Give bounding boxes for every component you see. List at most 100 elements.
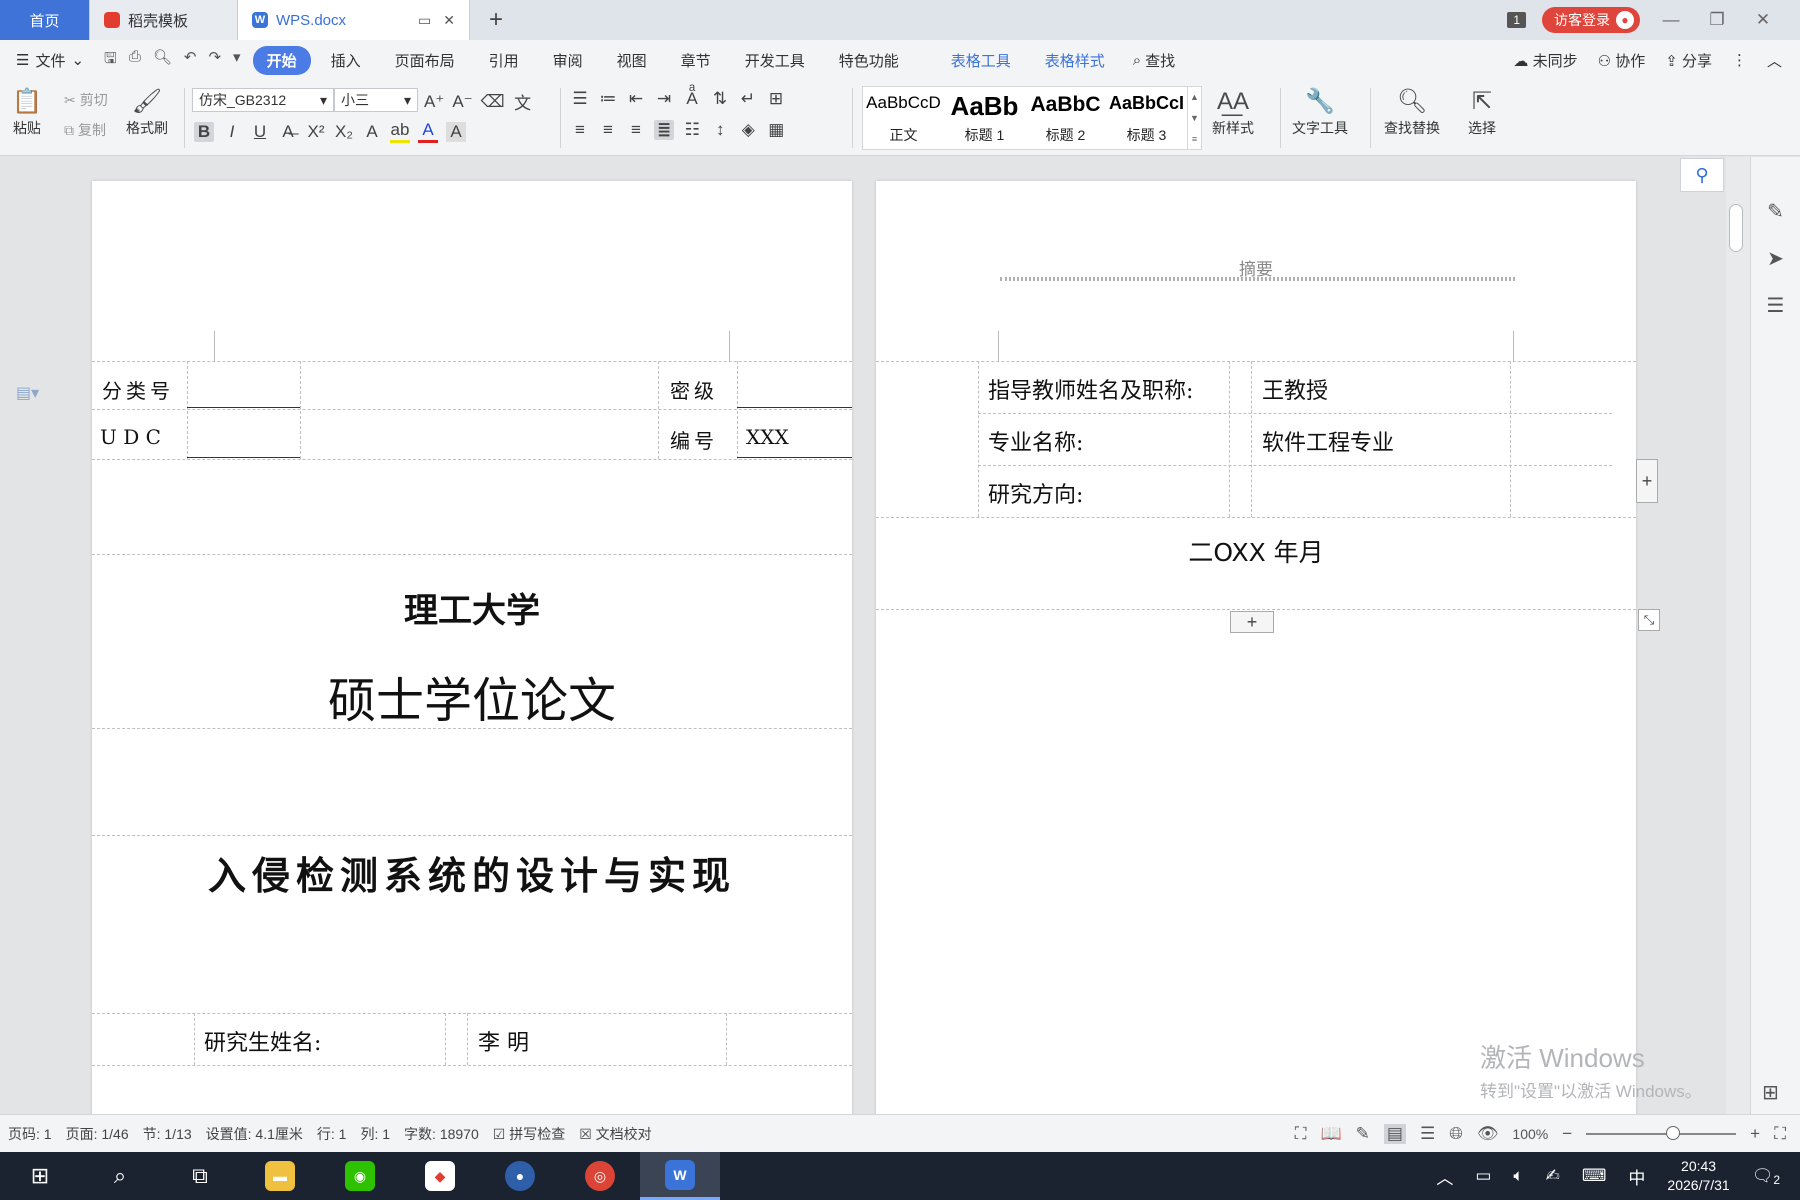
menu-tab-insert[interactable]: 插入 xyxy=(317,46,375,75)
cut-button[interactable]: ✂ 剪切 xyxy=(64,90,108,110)
subscript-icon[interactable]: X₂ xyxy=(334,122,354,142)
collapse-ribbon-icon[interactable]: ︿ xyxy=(1767,50,1782,71)
print-preview-icon[interactable]: 🔍︎ xyxy=(153,48,172,73)
pen-tray-icon[interactable]: ✍ xyxy=(1546,1166,1560,1186)
phonetic-icon[interactable]: 文 xyxy=(513,89,533,114)
status-page[interactable]: 页码: 1 xyxy=(8,1124,52,1144)
paste-button[interactable]: 📋 粘贴 xyxy=(12,86,42,138)
fullscreen-icon[interactable]: ⛶ xyxy=(1295,1124,1307,1144)
font-name-select[interactable]: 仿宋_GB2312 ▾ xyxy=(192,88,334,112)
text-direction-icon[interactable]: Aͣ xyxy=(682,89,702,109)
reading-view-icon[interactable]: 📖 xyxy=(1320,1124,1341,1144)
minimize-icon[interactable]: — xyxy=(1656,10,1686,30)
distributed-icon[interactable]: ☷ xyxy=(682,120,702,140)
resize-table-icon[interactable]: ⤡ xyxy=(1638,609,1660,631)
increase-indent-icon[interactable]: ⇥ xyxy=(654,89,674,109)
menu-search[interactable]: ⌕ 查找 xyxy=(1133,50,1175,71)
spell-check-button[interactable]: ☑ 拼写检查 xyxy=(493,1124,565,1144)
battery-icon[interactable]: ▭ xyxy=(1475,1166,1491,1186)
borders-icon[interactable]: ▦ xyxy=(766,120,786,140)
underline-icon[interactable]: U xyxy=(250,122,270,142)
chevron-up-icon[interactable]: ︿ xyxy=(1436,1164,1453,1189)
task-view-button[interactable]: ⧉ xyxy=(160,1152,240,1200)
collaborate-button[interactable]: ⚇ 协作 xyxy=(1598,50,1646,71)
copy-button[interactable]: ⧉ 复制 xyxy=(64,120,106,140)
highlight-icon[interactable]: ab xyxy=(390,120,410,143)
zoom-out-icon[interactable]: − xyxy=(1562,1124,1572,1144)
redo-icon[interactable]: ↷ xyxy=(208,48,221,73)
taskbar-wps-office[interactable]: ◆ xyxy=(400,1152,480,1200)
clear-format-icon[interactable]: ⌫ xyxy=(481,92,505,112)
justify-icon[interactable]: ≣ xyxy=(654,120,675,140)
add-row-button[interactable]: + xyxy=(1230,611,1274,633)
taskbar-file-explorer[interactable]: ▬ xyxy=(240,1152,320,1200)
page-view-icon[interactable]: ▤ xyxy=(1383,1124,1406,1144)
text-tools-button[interactable]: 🔧 文字工具 xyxy=(1292,86,1348,138)
more-icon[interactable]: ⋮ xyxy=(1732,51,1747,69)
style-normal[interactable]: AaBbCcD 正文 xyxy=(863,87,944,149)
guest-login-button[interactable]: 访客登录 ● xyxy=(1542,7,1640,33)
font-size-select[interactable]: 小三 ▾ xyxy=(334,88,418,112)
superscript-icon[interactable]: X² xyxy=(306,122,326,142)
eye-protect-icon[interactable]: 👁︎ xyxy=(1477,1124,1499,1144)
sync-status[interactable]: ☁ 未同步 xyxy=(1513,50,1577,71)
text-effect-icon[interactable]: A xyxy=(362,122,382,142)
taskbar-app[interactable]: ● xyxy=(480,1152,560,1200)
print-icon[interactable]: ⎙ xyxy=(129,48,141,73)
cursor-icon[interactable]: ➤ xyxy=(1767,246,1784,271)
bullets-icon[interactable]: ☰ xyxy=(570,89,590,109)
taskbar-chrome[interactable]: ◎ xyxy=(560,1152,640,1200)
close-window-icon[interactable]: ✕ xyxy=(1748,10,1778,30)
zoom-level[interactable]: 100% xyxy=(1512,1126,1548,1142)
new-style-button[interactable]: A͟A 新样式 xyxy=(1212,86,1254,138)
location-pin-icon[interactable]: ⚲ xyxy=(1680,158,1724,192)
decrease-indent-icon[interactable]: ⇤ xyxy=(626,89,646,109)
status-setting[interactable]: 设置值: 4.1厘米 xyxy=(206,1124,303,1144)
line-break-icon[interactable]: ↵ xyxy=(738,89,758,109)
font-color-icon[interactable]: A xyxy=(418,120,438,143)
strikethrough-icon[interactable]: A̶ xyxy=(278,122,298,142)
customize-dropdown-icon[interactable]: ▾ xyxy=(233,48,241,73)
new-tab-button[interactable]: + xyxy=(470,0,522,40)
document-page-1[interactable]: 分类号 密级 U D C 编号 XXX 理工大学 硕士学位论文 入侵检测系统的设… xyxy=(92,181,852,1114)
menu-tab-developer[interactable]: 开发工具 xyxy=(731,46,819,75)
settings-sliders-icon[interactable]: ☰ xyxy=(1767,293,1785,318)
select-button[interactable]: ⇱ 选择 xyxy=(1468,86,1496,138)
shrink-font-icon[interactable]: A⁻ xyxy=(452,92,472,112)
ime-indicator[interactable]: 中 xyxy=(1628,1164,1645,1189)
status-pages[interactable]: 页面: 1/46 xyxy=(66,1124,129,1144)
more-styles-icon[interactable]: ≡ xyxy=(1192,134,1197,144)
add-column-button[interactable]: + xyxy=(1636,459,1658,503)
search-button[interactable]: ⌕ xyxy=(80,1152,160,1200)
shading-icon[interactable]: ◈ xyxy=(738,120,758,140)
tab-document[interactable]: W WPS.docx ▭ ✕ xyxy=(238,0,470,40)
save-icon[interactable]: 🖫 xyxy=(104,48,117,73)
menu-tab-chapter[interactable]: 章节 xyxy=(667,46,725,75)
fit-page-icon[interactable]: ⛶ xyxy=(1774,1124,1786,1144)
format-painter-button[interactable]: 🖌 格式刷 xyxy=(126,86,168,138)
volume-icon[interactable]: 🔈︎ xyxy=(1513,1166,1523,1186)
align-right-icon[interactable]: ≡ xyxy=(626,120,646,140)
notification-icon[interactable]: 🗨︎ xyxy=(1752,1166,1774,1186)
bold-icon[interactable]: B xyxy=(194,121,214,142)
share-button[interactable]: ⇪ 分享 xyxy=(1665,50,1712,71)
tab-home[interactable]: 首页 xyxy=(0,0,90,40)
restore-icon[interactable]: ❐ xyxy=(1702,10,1732,30)
file-menu[interactable]: ☰ 文件 ⌄ xyxy=(16,50,84,71)
status-words[interactable]: 字数: 18970 xyxy=(404,1124,479,1144)
style-heading-1[interactable]: AaBb 标题 1 xyxy=(944,87,1025,149)
zoom-in-icon[interactable]: + xyxy=(1750,1124,1760,1144)
navigation-pane-icon[interactable]: ▤▾ xyxy=(16,383,39,403)
apps-grid-icon[interactable]: ⊞ xyxy=(1762,1080,1779,1105)
window-count-badge[interactable]: 1 xyxy=(1507,12,1526,28)
vertical-scrollbar[interactable] xyxy=(1726,157,1750,1114)
start-button[interactable]: ⊞ xyxy=(0,1152,80,1200)
zoom-slider-knob[interactable] xyxy=(1666,1126,1681,1140)
close-tab-icon[interactable]: ✕ xyxy=(443,12,455,29)
menu-tab-special[interactable]: 特色功能 xyxy=(825,46,913,75)
menu-tab-references[interactable]: 引用 xyxy=(475,46,533,75)
menu-tab-view[interactable]: 视图 xyxy=(603,46,661,75)
grow-font-icon[interactable]: A⁺ xyxy=(424,92,444,112)
keyboard-icon[interactable]: ⌨ xyxy=(1582,1166,1607,1186)
line-spacing-icon[interactable]: ↕ xyxy=(710,120,730,140)
